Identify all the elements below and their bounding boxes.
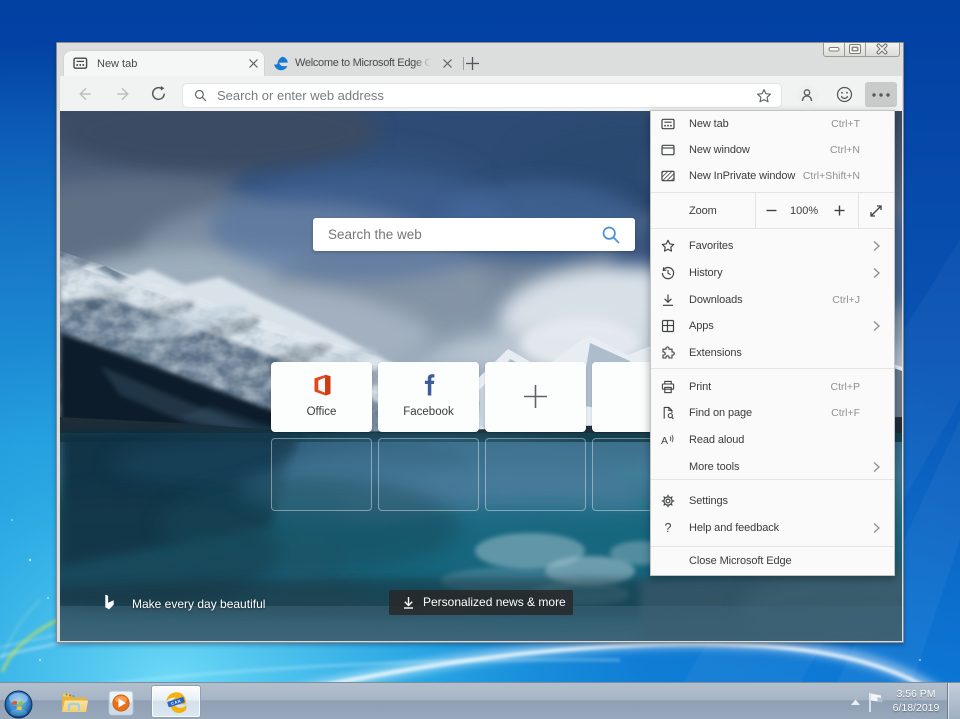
svg-text:A: A (661, 435, 668, 447)
